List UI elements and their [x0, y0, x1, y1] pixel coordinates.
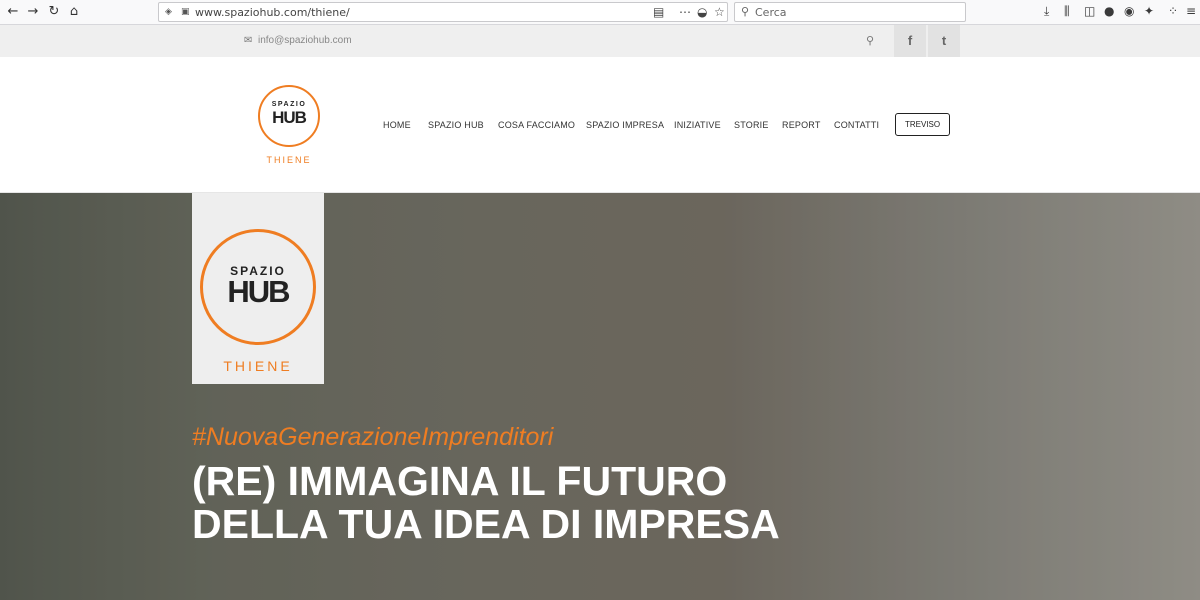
nav-storie[interactable]: STORIE — [734, 120, 769, 130]
facebook-icon[interactable]: f — [894, 25, 926, 57]
url-bar[interactable]: ◈ ▣ www.spaziohub.com/thiene/ ▤ ⋯ ◒ ☆ — [158, 2, 728, 22]
more-icon[interactable]: ⋯ — [679, 5, 691, 19]
menu-icon[interactable]: ≡ — [1186, 4, 1196, 18]
hero-title: (RE) IMMAGINA IL FUTURO DELLA TUA IDEA D… — [192, 458, 780, 547]
envelope-icon: ✉ — [244, 35, 253, 46]
hero-logo-city: THIENE — [223, 358, 293, 374]
search-icon: ⚲ — [741, 5, 750, 18]
treviso-button[interactable]: TREVISO — [895, 113, 950, 136]
url-text[interactable]: www.spaziohub.com/thiene/ — [195, 6, 350, 19]
pocket-icon[interactable]: ◒ — [697, 5, 707, 19]
nav-contatti[interactable]: CONTATTI — [834, 120, 879, 130]
site-header: SPAZIO HUB THIENE HOME SPAZIO HUB COSA F… — [0, 57, 1200, 193]
back-icon[interactable]: ← — [4, 3, 22, 21]
nav-spazio-impresa[interactable]: SPAZIO IMPRESA — [586, 120, 664, 130]
nav-cosa-facciamo[interactable]: COSA FACCIAMO — [498, 120, 575, 130]
top-info-bar: ✉ info@spaziohub.com ⚲ f t — [0, 25, 1200, 57]
star-icon[interactable]: ☆ — [714, 5, 725, 19]
hero-tagline: #NuovaGenerazioneImprenditori — [192, 423, 554, 451]
hero-section: SPAZIO HUB THIENE #NuovaGenerazioneImpre… — [0, 193, 1200, 600]
search-bar[interactable]: ⚲ Cerca — [734, 2, 966, 22]
reload-icon[interactable]: ↻ — [45, 3, 63, 21]
hero-logo-hub: HUB — [227, 274, 290, 309]
sidebar-icon[interactable]: ◫ — [1084, 4, 1095, 18]
library-icon[interactable]: ⫼ — [1064, 4, 1070, 19]
extension-icon[interactable]: ● — [1104, 4, 1114, 18]
forward-icon[interactable]: → — [24, 3, 42, 21]
home-icon[interactable]: ⌂ — [65, 3, 83, 21]
logo-spazio-text: SPAZIO — [271, 101, 307, 108]
account-icon[interactable]: ◉ — [1124, 4, 1134, 18]
hero-logo-card: SPAZIO HUB THIENE — [192, 193, 324, 384]
contact-email[interactable]: info@spaziohub.com — [258, 35, 352, 46]
hero-logo-circle: SPAZIO HUB — [200, 229, 316, 345]
browser-toolbar: ← → ↻ ⌂ ◈ ▣ www.spaziohub.com/thiene/ ▤ … — [0, 0, 1200, 25]
shield-icon[interactable]: ◈ — [165, 7, 172, 17]
site-logo[interactable]: SPAZIO HUB — [258, 85, 320, 147]
search-placeholder[interactable]: Cerca — [755, 6, 787, 19]
addon-icon[interactable]: ✦ — [1144, 4, 1154, 18]
nav-iniziative[interactable]: INIZIATIVE — [674, 120, 721, 130]
logo-city-text: THIENE — [266, 155, 312, 165]
nav-home[interactable]: HOME — [383, 120, 411, 130]
twitter-icon[interactable]: t — [928, 25, 960, 57]
nav-spazio-hub[interactable]: SPAZIO HUB — [428, 120, 484, 130]
grid-icon[interactable]: ⁘ — [1168, 4, 1178, 18]
lock-icon[interactable]: ▣ — [181, 7, 190, 17]
search-icon[interactable]: ⚲ — [866, 34, 874, 47]
reader-icon[interactable]: ▤ — [653, 5, 664, 19]
download-icon[interactable]: ⤓ — [1044, 4, 1049, 19]
logo-hub-text: HUB — [272, 108, 307, 127]
nav-report[interactable]: REPORT — [782, 120, 821, 130]
